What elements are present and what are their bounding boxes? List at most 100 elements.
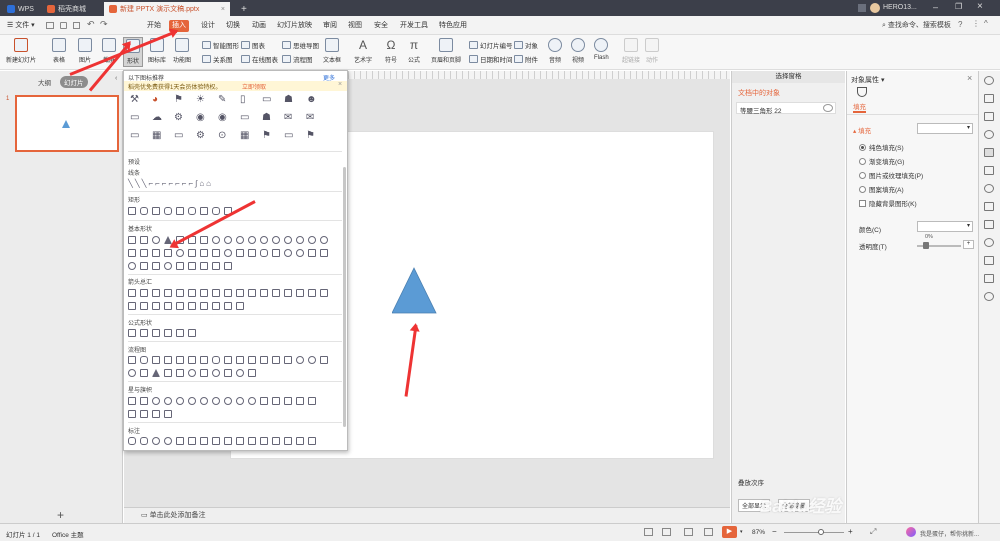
shape-option[interactable] — [236, 369, 244, 377]
shape-option[interactable] — [128, 397, 136, 405]
shape-option[interactable] — [188, 289, 196, 297]
recommended-icon[interactable]: ◉ — [196, 112, 205, 123]
online-chart-button[interactable]: 在线图表 — [241, 54, 278, 64]
shape-option[interactable] — [236, 397, 244, 405]
avatar[interactable] — [870, 3, 880, 13]
shape-option[interactable] — [152, 302, 160, 310]
shape-option[interactable] — [308, 236, 316, 244]
shape-option[interactable] — [164, 207, 172, 215]
shape-option[interactable] — [200, 437, 208, 445]
shape-option[interactable] — [224, 437, 232, 445]
backup-icon[interactable] — [984, 166, 994, 175]
shape-option[interactable] — [176, 289, 184, 297]
recommended-icon[interactable]: ▭ — [262, 94, 271, 105]
shape-option[interactable] — [212, 437, 220, 445]
recommended-icon[interactable]: ☻ — [306, 94, 317, 105]
audio-button[interactable]: 音频 — [548, 38, 562, 64]
shape-option[interactable] — [284, 289, 292, 297]
shape-option[interactable] — [236, 289, 244, 297]
recommended-icon[interactable]: ✉ — [284, 112, 292, 123]
notes-pane[interactable]: ▭ 单击此处添加备注 — [124, 507, 730, 523]
slide-thumbnail[interactable] — [15, 95, 119, 152]
shape-option[interactable] — [212, 369, 220, 377]
shape-option[interactable] — [188, 397, 196, 405]
menu-review[interactable]: 审阅 — [320, 20, 340, 32]
shape-option[interactable] — [128, 356, 136, 364]
shape-option[interactable] — [164, 302, 172, 310]
shape-option[interactable] — [212, 289, 220, 297]
shape-option[interactable] — [200, 236, 208, 244]
recommended-icon[interactable]: ☗ — [262, 112, 271, 123]
undo-icon[interactable]: ↶ — [87, 19, 95, 30]
shape-option[interactable] — [272, 289, 280, 297]
save-icon[interactable] — [46, 22, 54, 29]
shape-option[interactable] — [128, 289, 136, 297]
shape-option[interactable] — [296, 437, 304, 445]
recommended-icon[interactable]: ⚙ — [174, 112, 183, 123]
popup-scrollbar[interactable] — [343, 167, 346, 427]
animation-icon[interactable] — [984, 112, 994, 121]
shape-option[interactable] — [188, 356, 196, 364]
flowchart-button[interactable]: 流程图 — [282, 54, 313, 64]
menu-animation[interactable]: 动画 — [249, 20, 269, 32]
recommended-icon[interactable]: ▯ — [240, 94, 246, 105]
shape-option[interactable] — [296, 289, 304, 297]
shape-option[interactable] — [296, 397, 304, 405]
shape-option[interactable] — [212, 262, 220, 270]
recommended-icon[interactable]: ⊙ — [218, 130, 226, 141]
shape-option[interactable] — [248, 397, 256, 405]
shape-option[interactable] — [212, 236, 220, 244]
shape-option[interactable] — [176, 262, 184, 270]
shape-option[interactable] — [260, 249, 268, 257]
outline-tab[interactable]: 大纲 — [38, 77, 51, 87]
recommended-icon[interactable]: ⚑ — [306, 130, 315, 141]
help-icon[interactable]: ? — [958, 20, 962, 29]
menu-security[interactable]: 安全 — [371, 20, 391, 32]
shape-option[interactable] — [152, 236, 160, 244]
shape-option[interactable] — [164, 437, 172, 445]
table-button[interactable]: 表格 — [52, 38, 66, 64]
shape-option[interactable] — [272, 437, 280, 445]
recommended-icon[interactable]: ⚑ — [262, 130, 271, 141]
maximize-button[interactable]: ❐ — [955, 2, 962, 11]
shape-option[interactable] — [128, 329, 136, 337]
shape-option[interactable] — [212, 356, 220, 364]
shape-option[interactable] — [128, 410, 136, 418]
isosceles-triangle-shape[interactable] — [392, 267, 437, 314]
hyperlink-button[interactable]: 超链接 — [622, 38, 640, 64]
object-item[interactable]: 等腰三角形 22 — [736, 102, 836, 115]
shape-option[interactable] — [152, 262, 160, 270]
shape-option[interactable] — [164, 397, 172, 405]
recommended-icon[interactable]: ▭ — [130, 112, 139, 123]
shape-option[interactable] — [188, 302, 196, 310]
shape-option[interactable] — [152, 289, 160, 297]
transparency-slider-handle[interactable] — [923, 242, 929, 249]
shape-option[interactable] — [284, 437, 292, 445]
shape-option[interactable] — [236, 437, 244, 445]
slides-tab[interactable]: 幻灯片 — [60, 76, 88, 88]
shape-option[interactable] — [188, 262, 196, 270]
redo-icon[interactable]: ↷ — [100, 19, 108, 30]
slide-icon[interactable] — [984, 148, 994, 157]
shape-option[interactable] — [224, 397, 232, 405]
menu-transition[interactable]: 切换 — [223, 20, 243, 32]
chart-button[interactable]: 图表 — [241, 40, 265, 50]
shape-option[interactable] — [176, 249, 184, 257]
share-icon[interactable] — [984, 220, 994, 229]
recommended-icon[interactable]: ✉ — [306, 112, 314, 123]
shape-option[interactable] — [284, 249, 292, 257]
shape-option[interactable] — [284, 356, 292, 364]
video-button[interactable]: 视频 — [571, 38, 585, 64]
file-menu[interactable]: ☰ 文件 ▾ — [4, 20, 38, 32]
shape-option[interactable] — [248, 236, 256, 244]
assistant-text[interactable]: 我是蛋仔，帮你挑新... — [920, 529, 979, 538]
recommended-icon[interactable]: ☀ — [196, 94, 205, 105]
date-time-button[interactable]: 日期和时间 — [469, 54, 513, 64]
menu-features[interactable]: 特色应用 — [436, 20, 470, 32]
shape-option[interactable] — [236, 302, 244, 310]
shape-option[interactable] — [320, 356, 328, 364]
fit-window-icon[interactable]: ⤢ — [870, 527, 876, 537]
shape-option[interactable] — [236, 249, 244, 257]
shape-option[interactable] — [224, 289, 232, 297]
shape-option[interactable] — [236, 236, 244, 244]
